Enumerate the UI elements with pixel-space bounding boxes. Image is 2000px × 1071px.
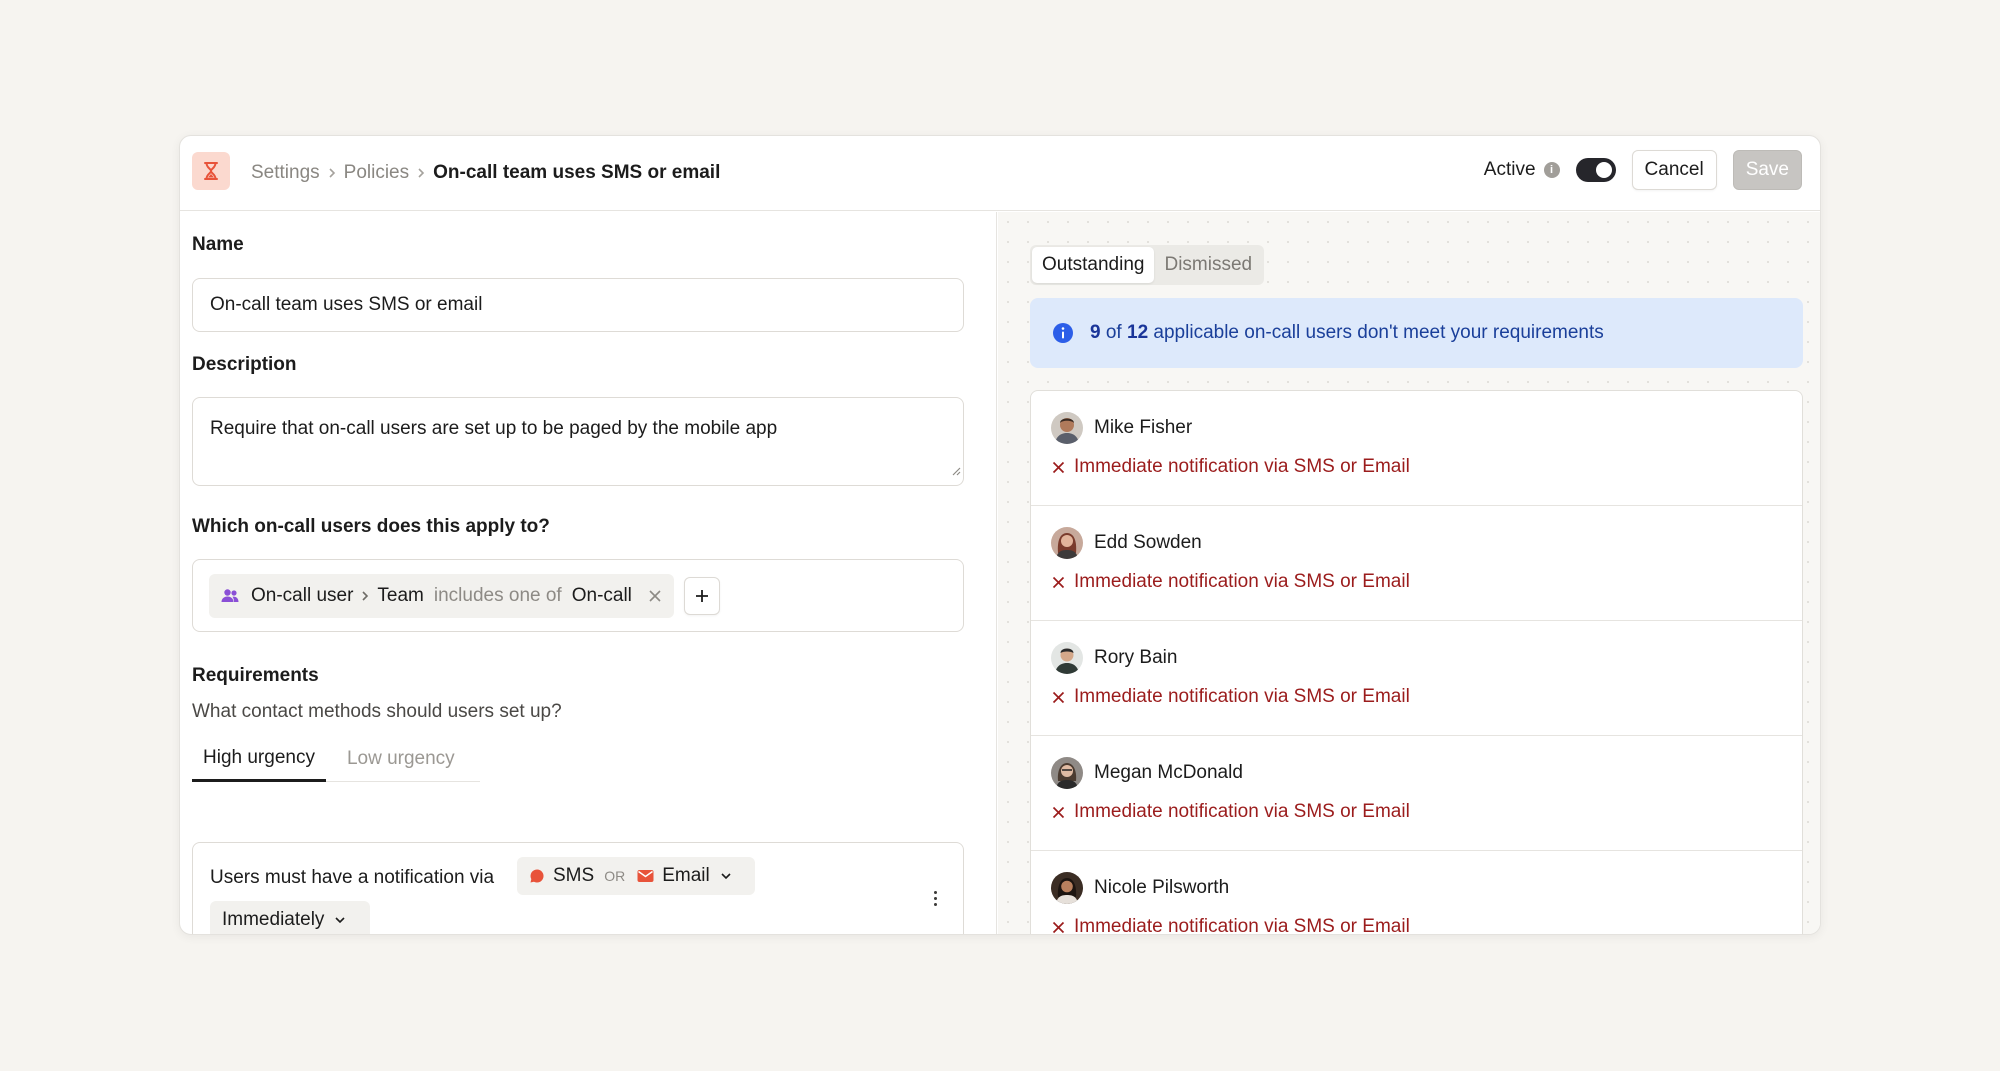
violation-text: Immediate notification via SMS or Email	[1052, 456, 1410, 478]
violation-text: Immediate notification via SMS or Email	[1052, 686, 1410, 708]
violation-label: Immediate notification via SMS or Email	[1074, 571, 1410, 592]
timing-dropdown[interactable]: Immediately	[210, 901, 370, 934]
info-icon	[1052, 322, 1074, 344]
violation-text: Immediate notification via SMS or Email	[1052, 571, 1410, 593]
description-value: Require that on-call users are set up to…	[210, 418, 778, 439]
chevron-down-icon	[334, 916, 346, 924]
avatar	[1051, 642, 1083, 674]
violation-label: Immediate notification via SMS or Email	[1074, 801, 1410, 822]
policy-form: Name On-call team uses SMS or email Desc…	[180, 212, 997, 934]
list-item[interactable]: Mike Fisher Immediate notification via S…	[1031, 391, 1802, 506]
banner-of: of	[1105, 322, 1122, 343]
list-item[interactable]: Edd Sowden Immediate notification via SM…	[1031, 506, 1802, 621]
close-icon	[1052, 806, 1065, 819]
methods-dropdown[interactable]: SMS OR Email	[517, 857, 755, 895]
user-name: Edd Sowden	[1094, 532, 1202, 553]
user-name: Rory Bain	[1094, 647, 1178, 668]
or-joiner: OR	[604, 868, 626, 884]
user-name: Megan McDonald	[1094, 762, 1243, 783]
info-icon[interactable]: i	[1543, 162, 1560, 178]
cancel-button[interactable]: Cancel	[1631, 150, 1717, 190]
toggle-knob	[1595, 162, 1612, 178]
policy-editor-window: Settings Policies On-call team uses SMS …	[179, 135, 1821, 935]
tab-low-urgency[interactable]: Low urgency	[336, 736, 466, 781]
close-icon	[1052, 921, 1065, 934]
tab-dismissed[interactable]: Dismissed	[1154, 247, 1262, 283]
envelope-icon	[637, 869, 654, 883]
list-item[interactable]: Rory Bain Immediate notification via SMS…	[1031, 621, 1802, 736]
condition-subject: On-call user	[251, 584, 354, 606]
user-name: Mike Fisher	[1094, 417, 1193, 438]
non-compliant-users-list: Mike Fisher Immediate notification via S…	[1030, 390, 1803, 935]
add-condition-button[interactable]	[683, 576, 720, 615]
chevron-right-icon	[361, 590, 369, 602]
condition-chip[interactable]: On-call user Team includes one of On-cal…	[209, 573, 674, 618]
results-panel: Outstanding Dismissed 9 of 12 applicable…	[998, 212, 1820, 935]
tab-outstanding[interactable]: Outstanding	[1032, 247, 1155, 283]
chevron-down-icon	[720, 872, 732, 880]
users-icon	[221, 588, 239, 604]
avatar	[1051, 412, 1083, 444]
requirement-rule: Users must have a notification via SMS O…	[192, 842, 964, 934]
urgency-tabs: High urgency Low urgency	[192, 736, 480, 782]
results-tabs: Outstanding Dismissed	[1030, 245, 1265, 285]
method-sms: SMS	[553, 865, 595, 886]
method-email: Email	[662, 865, 710, 886]
breadcrumb-settings[interactable]: Settings	[251, 162, 320, 184]
condition-builder: On-call user Team includes one of On-cal…	[192, 559, 964, 632]
timing-value: Immediately	[222, 909, 325, 930]
banner-rest: applicable on-call users don't meet your…	[1153, 322, 1604, 343]
close-icon[interactable]	[648, 589, 662, 603]
list-item[interactable]: Nicole Pilsworth Immediate notification …	[1031, 851, 1802, 935]
banner-count: 9	[1090, 322, 1101, 343]
close-icon	[1052, 691, 1065, 704]
hourglass-icon	[192, 152, 230, 190]
name-label: Name	[192, 234, 244, 255]
violation-text: Immediate notification via SMS or Email	[1052, 916, 1410, 935]
avatar	[1051, 527, 1083, 559]
name-input[interactable]: On-call team uses SMS or email	[192, 278, 964, 332]
close-icon	[1052, 576, 1065, 589]
violation-label: Immediate notification via SMS or Email	[1074, 456, 1410, 477]
condition-field: Team	[377, 584, 424, 606]
resize-handle-icon[interactable]	[951, 459, 961, 483]
condition-operator: includes one of	[433, 584, 562, 606]
user-name: Nicole Pilsworth	[1094, 877, 1230, 898]
description-textarea[interactable]: Require that on-call users are set up to…	[192, 397, 964, 486]
chat-bubble-icon	[529, 868, 545, 884]
name-value: On-call team uses SMS or email	[210, 294, 483, 315]
header-bar: Settings Policies On-call team uses SMS …	[180, 136, 1820, 211]
condition-value: On-call	[571, 584, 632, 606]
breadcrumb-current: On-call team uses SMS or email	[433, 162, 721, 183]
violation-text: Immediate notification via SMS or Email	[1052, 801, 1410, 823]
description-label: Description	[192, 354, 297, 375]
requirements-subtitle: What contact methods should users set up…	[192, 701, 562, 722]
summary-banner: 9 of 12 applicable on-call users don't m…	[1030, 298, 1803, 368]
applies-label: Which on-call users does this apply to?	[192, 516, 550, 537]
chevron-right-icon	[328, 167, 336, 179]
avatar	[1051, 872, 1083, 904]
more-options-icon[interactable]	[934, 891, 937, 906]
breadcrumb-policies[interactable]: Policies	[344, 162, 409, 184]
active-toggle[interactable]	[1575, 158, 1616, 182]
banner-total: 12	[1127, 322, 1149, 343]
save-button[interactable]: Save	[1732, 150, 1802, 190]
rule-text: Users must have a notification via	[210, 867, 495, 888]
violation-label: Immediate notification via SMS or Email	[1074, 916, 1410, 935]
requirements-label: Requirements	[192, 665, 319, 686]
violation-label: Immediate notification via SMS or Email	[1074, 686, 1410, 707]
breadcrumb: Settings Policies On-call team uses SMS …	[251, 160, 720, 186]
list-item[interactable]: Megan McDonald Immediate notification vi…	[1031, 736, 1802, 851]
tab-high-urgency[interactable]: High urgency	[192, 736, 326, 782]
chevron-right-icon	[417, 167, 425, 179]
close-icon	[1052, 461, 1065, 474]
active-label: Active	[1483, 159, 1536, 180]
banner-text: 9 of 12 applicable on-call users don't m…	[1090, 322, 1604, 344]
header-actions: Active i Cancel Save	[1484, 150, 1802, 190]
avatar	[1051, 757, 1083, 789]
plus-icon	[695, 589, 708, 602]
